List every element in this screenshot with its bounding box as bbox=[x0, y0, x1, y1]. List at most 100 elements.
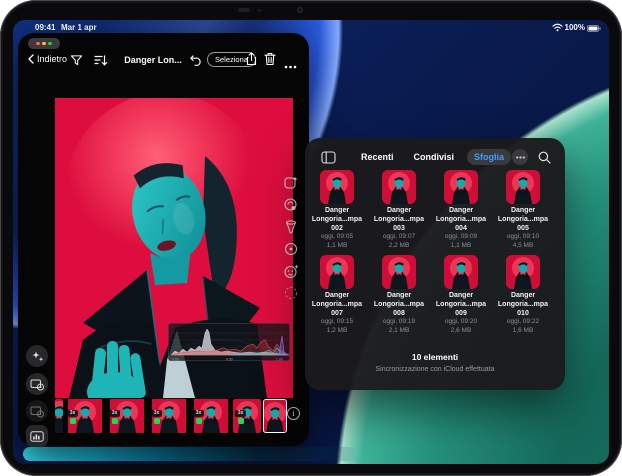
edited-badge bbox=[238, 418, 244, 424]
sidebar-toggle-icon[interactable] bbox=[321, 151, 336, 164]
selective-color-icon[interactable] bbox=[281, 239, 301, 259]
file-thumbnail bbox=[506, 255, 540, 289]
histogram-tick: 0.50 bbox=[226, 358, 233, 362]
file-name: DangerLongoria...mpa 002 bbox=[307, 207, 367, 233]
file-size: 4,5 MB bbox=[493, 242, 553, 251]
editor-toolbar: Indietro Danger Lon... Seleziona bbox=[18, 50, 309, 74]
thumb-badge: 3x bbox=[235, 410, 246, 424]
ipad-device-frame: 09:41 Mar 1 apr 100% bbox=[0, 0, 622, 476]
camera-dot bbox=[258, 9, 261, 12]
thumb-badge: 3x bbox=[193, 410, 204, 424]
thumb-badge: 3x bbox=[109, 410, 120, 424]
edited-badge bbox=[154, 418, 160, 424]
tab-sfoglia[interactable]: Sfoglia bbox=[467, 149, 511, 165]
battery-percent: 100% bbox=[565, 23, 585, 32]
filmstrip-thumb[interactable]: 3x bbox=[233, 399, 261, 433]
filmstrip: 3x 3x 3x 3x 3x bbox=[55, 399, 283, 433]
file-thumbnail bbox=[320, 255, 354, 289]
more-icon[interactable] bbox=[284, 56, 297, 74]
histogram-panel-button[interactable] bbox=[26, 425, 48, 447]
file-time: oggi, 09:15 bbox=[307, 318, 367, 327]
battery-icon bbox=[587, 25, 601, 34]
histogram-tick: 1.00 bbox=[276, 358, 283, 362]
zoom-dot bbox=[48, 42, 52, 46]
white-balance-icon[interactable] bbox=[281, 195, 301, 215]
ipad-screen: 09:41 Mar 1 apr 100% bbox=[13, 20, 609, 464]
file-item[interactable]: DangerLongoria...mpa 008 oggi, 09:19 2,1… bbox=[369, 255, 429, 336]
filmstrip-thumb[interactable]: 3x bbox=[65, 399, 105, 433]
file-size: 2,6 MB bbox=[431, 327, 491, 336]
edited-badge bbox=[70, 418, 76, 424]
undo-icon[interactable] bbox=[188, 54, 201, 72]
share-icon[interactable] bbox=[246, 52, 257, 71]
file-time: oggi, 09:20 bbox=[431, 318, 491, 327]
document-title: Danger Lon... bbox=[118, 55, 188, 65]
file-name: DangerLongoria...mpa 003 bbox=[369, 207, 429, 233]
paste-edits-button[interactable] bbox=[26, 400, 48, 422]
chevron-left-icon bbox=[28, 54, 34, 64]
status-date: Mar 1 apr bbox=[61, 23, 97, 32]
histogram-overlay: 0.00 0.50 1.00 bbox=[168, 323, 290, 361]
file-time: oggi, 09:22 bbox=[493, 318, 553, 327]
photo-editor-window: Indietro Danger Lon... Seleziona bbox=[18, 33, 309, 446]
more-circle-icon[interactable] bbox=[512, 149, 528, 165]
file-item[interactable]: DangerLongoria...mpa 003 oggi, 09:07 2,2… bbox=[369, 170, 429, 251]
search-icon[interactable] bbox=[538, 151, 551, 164]
copy-edits-button[interactable] bbox=[26, 373, 48, 395]
magic-sparkles-button[interactable] bbox=[26, 345, 48, 367]
file-size: 1,1 MB bbox=[307, 242, 367, 251]
close-dot bbox=[36, 42, 40, 46]
file-thumbnail bbox=[444, 170, 478, 204]
front-camera bbox=[297, 7, 303, 13]
histogram-tick: 0.00 bbox=[172, 358, 179, 362]
file-name: DangerLongoria...mpa 007 bbox=[307, 292, 367, 318]
file-item[interactable]: DangerLongoria...mpa 010 oggi, 09:22 1,6… bbox=[493, 255, 553, 336]
file-time: oggi, 09:07 bbox=[369, 233, 429, 242]
photo-canvas[interactable]: 0.00 0.50 1.00 bbox=[55, 98, 293, 398]
trash-icon[interactable] bbox=[264, 52, 276, 71]
file-size: 1,2 MB bbox=[307, 327, 367, 336]
file-thumbnail bbox=[382, 170, 416, 204]
window-controls[interactable] bbox=[28, 38, 60, 49]
filter-funnel-icon[interactable] bbox=[70, 54, 83, 72]
file-item[interactable]: DangerLongoria...mpa 002 oggi, 09:05 1,1… bbox=[307, 170, 367, 251]
minimize-dot bbox=[42, 42, 46, 46]
status-time: 09:41 bbox=[35, 23, 55, 32]
sort-descending-icon[interactable] bbox=[94, 54, 108, 72]
file-item[interactable]: DangerLongoria...mpa 009 oggi, 09:20 2,6… bbox=[431, 255, 491, 336]
tab-condivisi[interactable]: Condivisi bbox=[407, 149, 462, 165]
tab-recenti[interactable]: Recenti bbox=[354, 149, 401, 165]
file-time: oggi, 09:09 bbox=[431, 233, 491, 242]
files-header: Recenti Condivisi Sfoglia bbox=[305, 146, 565, 168]
file-name: DangerLongoria...mpa 009 bbox=[431, 292, 491, 318]
denoise-icon[interactable] bbox=[281, 283, 301, 303]
file-item[interactable]: DangerLongoria...mpa 007 oggi, 09:15 1,2… bbox=[307, 255, 367, 336]
items-count: 10 elementi bbox=[305, 352, 565, 362]
auto-enhance-icon[interactable] bbox=[281, 173, 301, 193]
file-thumbnail bbox=[320, 170, 354, 204]
file-size: 1,1 MB bbox=[431, 242, 491, 251]
file-time: oggi, 09:05 bbox=[307, 233, 367, 242]
filmstrip-thumb[interactable]: 3x bbox=[107, 399, 147, 433]
wifi-icon bbox=[552, 23, 563, 34]
color-cone-icon[interactable] bbox=[281, 217, 301, 237]
back-button[interactable]: Indietro bbox=[28, 54, 67, 64]
filmstrip-thumb[interactable]: 3x bbox=[149, 399, 189, 433]
file-thumbnail bbox=[444, 255, 478, 289]
edited-badge bbox=[196, 418, 202, 424]
info-button[interactable]: i bbox=[287, 407, 300, 420]
file-item[interactable]: DangerLongoria...mpa 005 oggi, 09:10 4,5… bbox=[493, 170, 553, 251]
file-size: 2,1 MB bbox=[369, 327, 429, 336]
back-label: Indietro bbox=[37, 54, 67, 64]
filmstrip-thumb[interactable]: 3x bbox=[191, 399, 231, 433]
icloud-sync-status: Sincronizzazione con iCloud effettuata bbox=[305, 366, 565, 373]
filmstrip-thumb-selected[interactable] bbox=[263, 399, 287, 433]
retouch-face-icon[interactable] bbox=[281, 261, 301, 281]
file-item[interactable]: DangerLongoria...mpa 004 oggi, 09:09 1,1… bbox=[431, 170, 491, 251]
file-name: DangerLongoria...mpa 004 bbox=[431, 207, 491, 233]
file-name: DangerLongoria...mpa 005 bbox=[493, 207, 553, 233]
file-thumbnail bbox=[506, 170, 540, 204]
file-time: oggi, 09:19 bbox=[369, 318, 429, 327]
file-time: oggi, 09:10 bbox=[493, 233, 553, 242]
filmstrip-thumb[interactable] bbox=[55, 399, 63, 433]
